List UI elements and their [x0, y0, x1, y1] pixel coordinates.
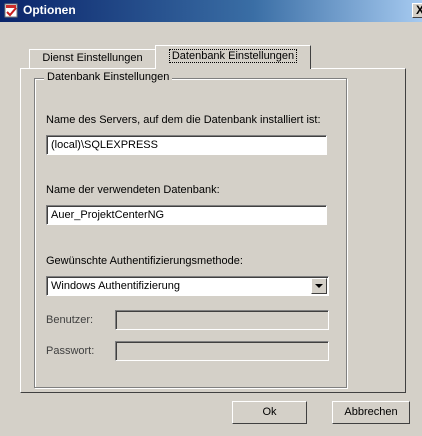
- auth-method-value: Windows Authentifizierung: [51, 280, 181, 292]
- window-title: Optionen: [23, 3, 76, 17]
- chevron-down-icon: [315, 284, 323, 288]
- server-label: Name des Servers, auf dem die Datenbank …: [46, 114, 321, 126]
- user-label: Benutzer:: [46, 314, 94, 326]
- password-label: Passwort:: [46, 345, 95, 357]
- tab-dienst-einstellungen[interactable]: Dienst Einstellungen: [29, 49, 156, 68]
- app-icon: [4, 3, 19, 18]
- tab-datenbank-einstellungen[interactable]: Datenbank Einstellungen: [155, 45, 311, 69]
- close-button[interactable]: X: [412, 3, 422, 18]
- auth-method-select[interactable]: Windows Authentifizierung: [46, 276, 329, 296]
- auth-method-label: Gewünschte Authentifizierungsmethode:: [46, 255, 243, 267]
- tab-label: Dienst Einstellungen: [42, 52, 143, 64]
- ok-button[interactable]: Ok: [232, 401, 307, 424]
- database-label: Name der verwendeten Datenbank:: [46, 184, 220, 196]
- password-input[interactable]: [115, 341, 329, 361]
- title-bar[interactable]: Optionen X: [0, 0, 422, 22]
- dropdown-arrow-button[interactable]: [311, 278, 327, 294]
- tab-label: Datenbank Einstellungen: [168, 49, 298, 63]
- options-dialog: Optionen X Dienst Einstellungen Datenban…: [0, 0, 422, 436]
- group-title: Datenbank Einstellungen: [44, 71, 173, 83]
- close-icon: X: [416, 3, 422, 17]
- cancel-button-label: Abbrechen: [344, 406, 398, 418]
- cancel-button[interactable]: Abbrechen: [332, 401, 410, 424]
- database-name-input[interactable]: Auer_ProjektCenterNG: [46, 205, 327, 225]
- user-input[interactable]: [115, 310, 329, 330]
- ok-button-label: Ok: [262, 406, 277, 418]
- server-name-input[interactable]: (local)\SQLEXPRESS: [46, 135, 327, 155]
